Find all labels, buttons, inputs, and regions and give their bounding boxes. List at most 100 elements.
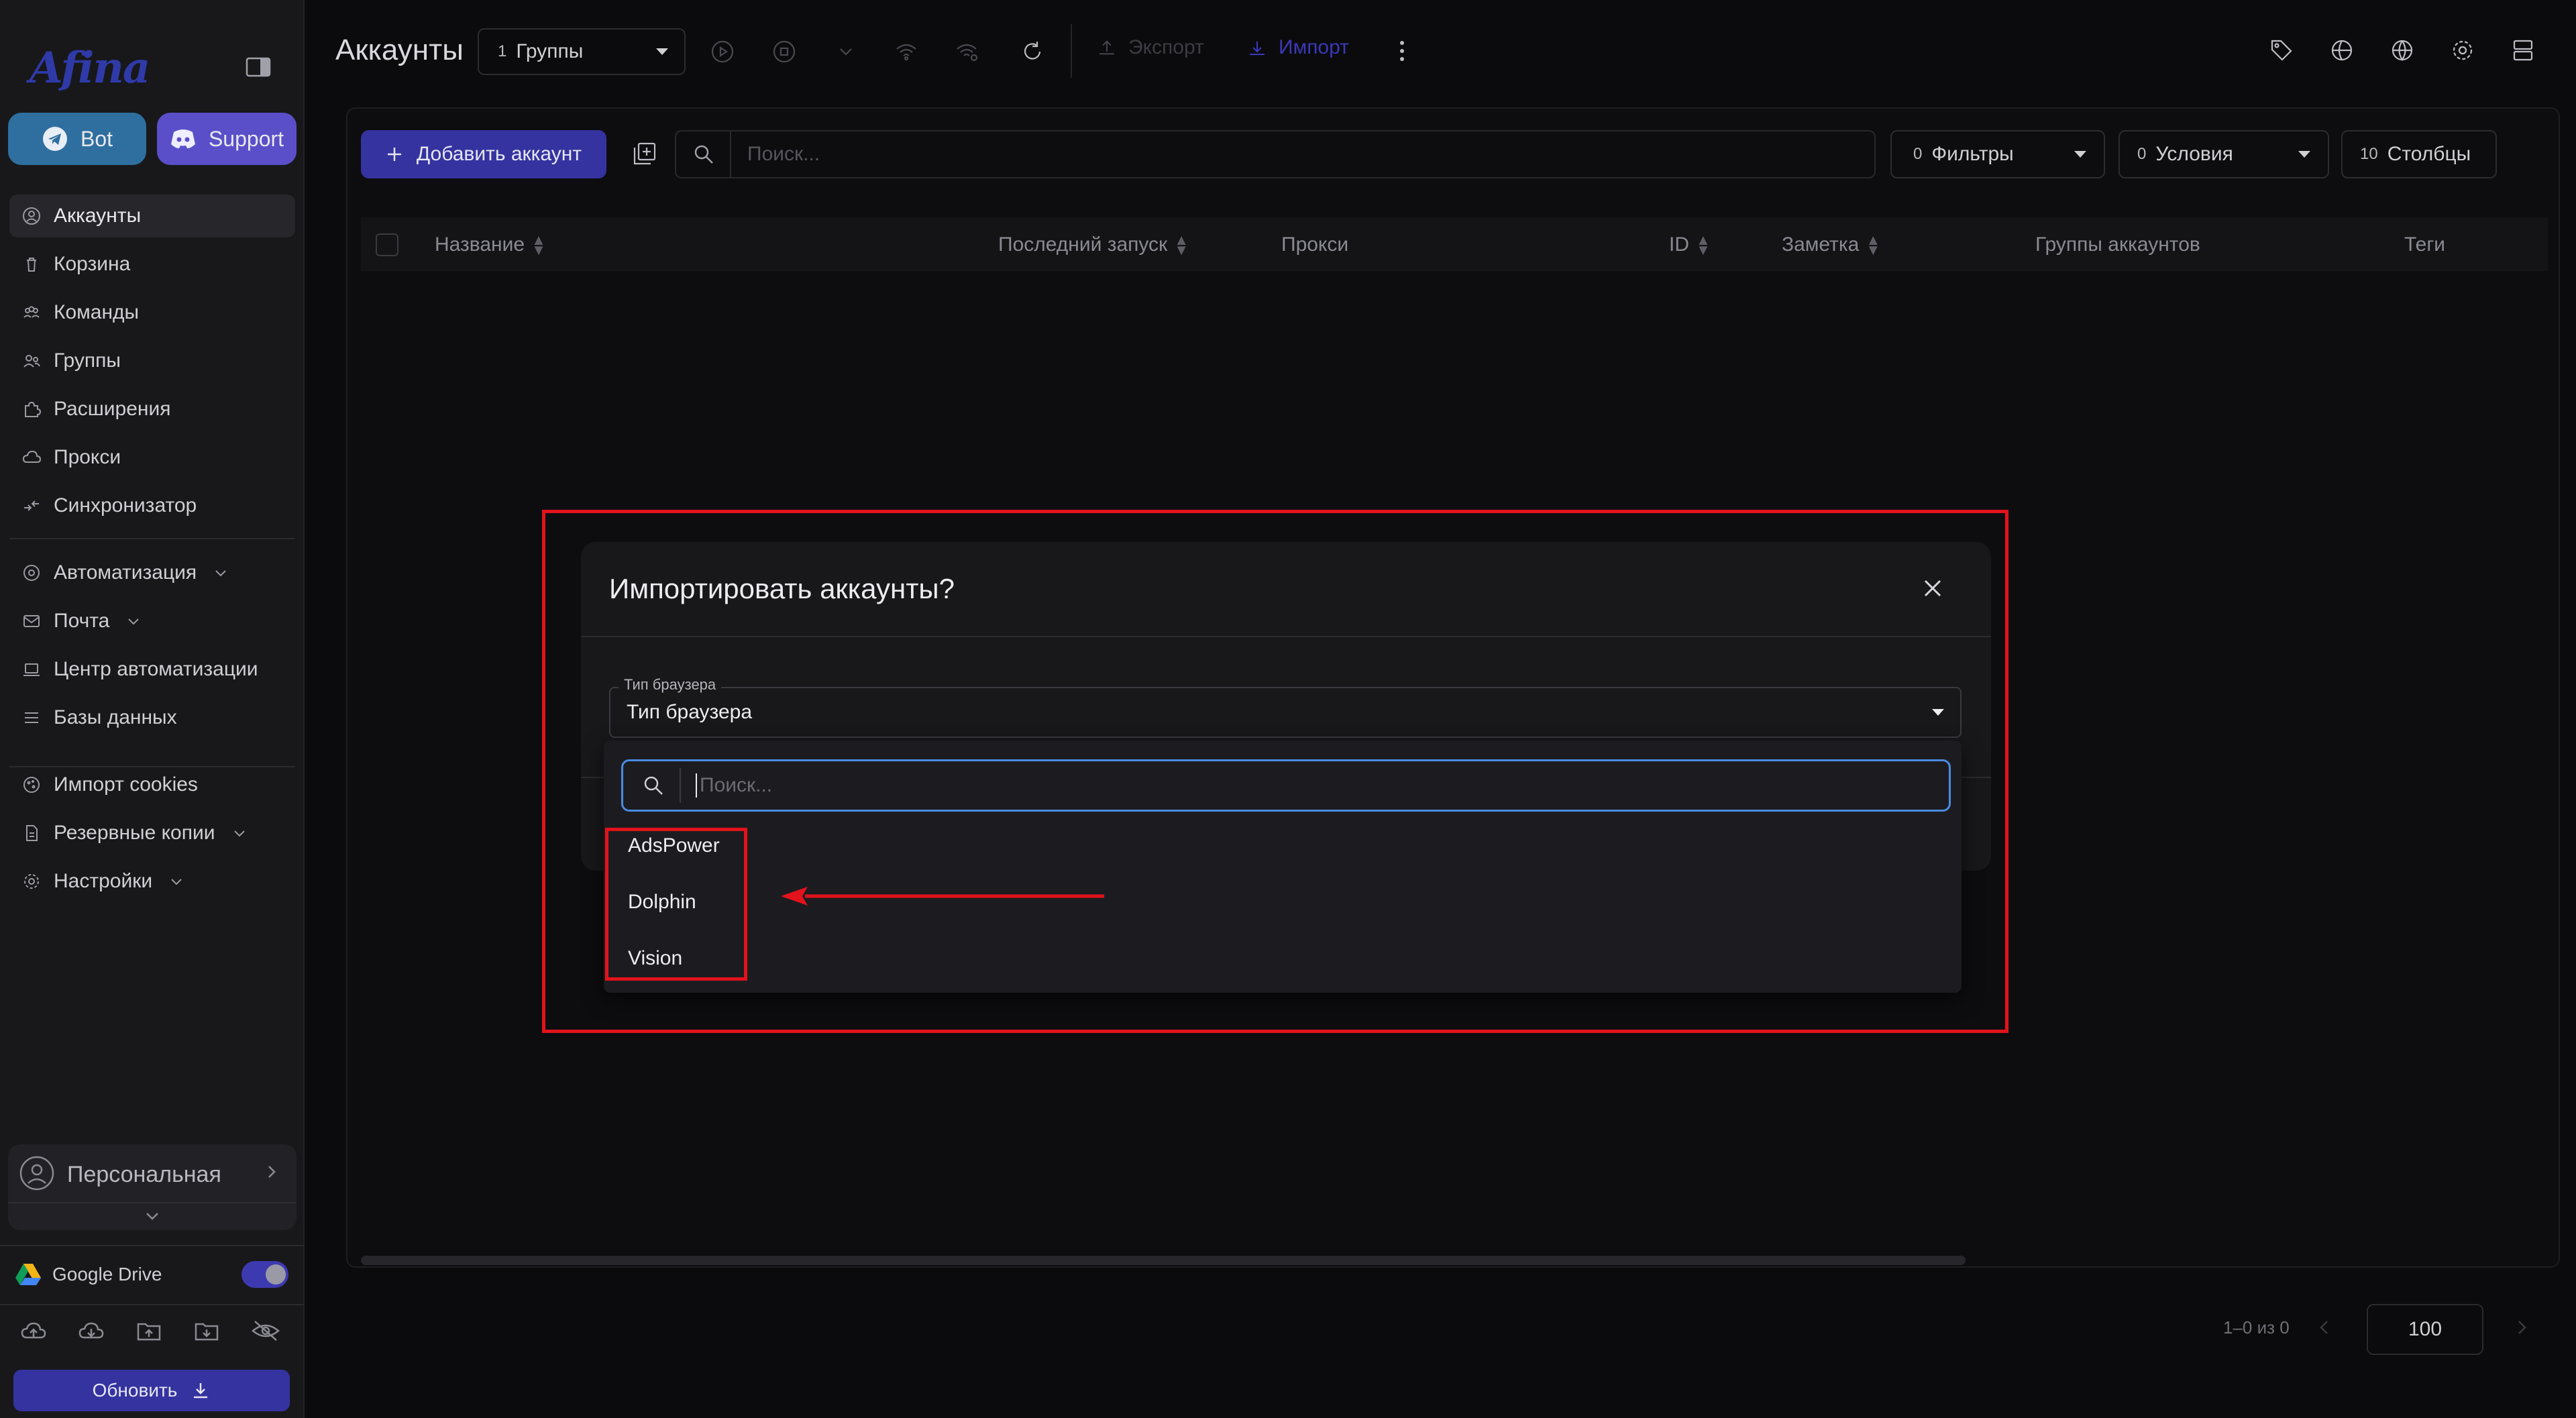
column-header-name[interactable]: Название ▲ ▼ [435, 232, 546, 257]
sync-actions [20, 1319, 280, 1343]
folder-download-icon[interactable] [193, 1319, 220, 1343]
conditions-label: Условия [2155, 143, 2233, 165]
toolbar-divider [1071, 24, 1072, 78]
export-label: Экспорт [1128, 36, 1204, 58]
conditions-count: 0 [2137, 145, 2147, 163]
team-icon [23, 306, 40, 318]
import-button[interactable]: Импорт [1246, 36, 1349, 59]
toggle-sidebar-icon[interactable] [246, 56, 271, 78]
cloud-download-icon[interactable] [78, 1319, 105, 1343]
sidebar-item-groups[interactable]: Группы [9, 339, 295, 382]
sidebar-item-synchronizer[interactable]: Синхронизатор [9, 484, 295, 527]
more-vertical-icon[interactable] [1398, 39, 1406, 63]
table-header: Название ▲ ▼ Последний запуск ▲ ▼ Прокси ID ▲… [361, 217, 2548, 271]
columns-count: 10 [2360, 145, 2378, 163]
search-input[interactable]: Поиск... [747, 143, 820, 166]
annotation-arrow-icon [778, 883, 1107, 910]
tag-icon[interactable] [2269, 38, 2294, 63]
bulk-add-icon[interactable] [632, 141, 657, 166]
wifi-settings-icon[interactable] [954, 39, 979, 64]
caret-down-icon [2297, 150, 2312, 159]
stop-icon[interactable] [771, 39, 797, 64]
column-header-id[interactable]: ID ▲ ▼ [1669, 231, 1711, 258]
add-account-button[interactable]: Добавить аккаунт [361, 130, 606, 178]
google-drive-toggle[interactable] [241, 1261, 288, 1288]
bot-label: Bot [80, 126, 113, 151]
download-icon [191, 1380, 211, 1401]
sidebar-item-label: Команды [54, 301, 140, 323]
chevron-down-icon[interactable] [144, 1209, 161, 1223]
page-title: Аккаунты [335, 34, 464, 66]
globe-sync-icon[interactable] [2329, 38, 2355, 63]
discord-icon [170, 128, 197, 150]
sidebar-divider [0, 1304, 305, 1305]
eye-off-icon[interactable] [251, 1319, 280, 1343]
column-header-proxy[interactable]: Прокси [1281, 233, 1348, 256]
sidebar-item-trash[interactable]: Корзина [9, 243, 295, 286]
chevron-left-icon[interactable] [2317, 1319, 2332, 1336]
sidebar-item-import-cookies[interactable]: Импорт cookies [9, 763, 295, 806]
groups-select[interactable]: 1 Группы [478, 28, 686, 75]
filters-label: Фильтры [1931, 143, 2014, 165]
sort-icon: ▲ ▼ [1174, 231, 1189, 258]
import-label: Импорт [1279, 36, 1349, 58]
folder-upload-icon[interactable] [136, 1319, 162, 1343]
support-button[interactable]: Support [157, 113, 297, 165]
sidebar-item-proxy[interactable]: Прокси [9, 436, 295, 479]
wifi-icon[interactable] [894, 39, 919, 64]
add-account-label: Добавить аккаунт [416, 143, 582, 165]
export-button[interactable]: Экспорт [1096, 36, 1204, 59]
sidebar: Afina Bot Support Аккаунты Корзина Коман… [0, 0, 305, 1418]
per-page-select[interactable]: 100 [2367, 1304, 2483, 1355]
settings-gear-icon[interactable] [2450, 38, 2475, 63]
automation-icon [23, 565, 40, 581]
sidebar-item-automation[interactable]: Автоматизация [9, 551, 295, 594]
column-header-note[interactable]: Заметка ▲ ▼ [1782, 231, 1881, 258]
bot-button[interactable]: Bot [8, 113, 146, 165]
chevron-right-icon [263, 1163, 280, 1181]
filters-select[interactable]: 0 Фильтры [1890, 130, 2105, 178]
annotation-outline [542, 510, 2008, 1033]
sort-icon: ▲ ▼ [1696, 231, 1711, 258]
conditions-select[interactable]: 0 Условия [2118, 130, 2329, 178]
toggle-knob [266, 1264, 286, 1285]
chevron-down-icon[interactable] [833, 39, 859, 64]
columns-select[interactable]: 10 Столбцы [2341, 130, 2497, 178]
sidebar-item-extensions[interactable]: Расширения [9, 388, 295, 431]
sidebar-item-accounts[interactable]: Аккаунты [9, 195, 295, 237]
sync-icon [24, 500, 39, 511]
download-icon [1246, 37, 1268, 58]
sidebar-item-automation-center[interactable]: Центр автоматизации [9, 648, 295, 691]
sort-icon: ▲ ▼ [1866, 231, 1881, 258]
sidebar-item-label: Прокси [54, 446, 121, 468]
support-label: Support [208, 126, 284, 151]
select-all-checkbox[interactable] [376, 233, 398, 256]
sidebar-item-databases[interactable]: Базы данных [9, 696, 295, 739]
refresh-icon[interactable] [1020, 39, 1045, 64]
sidebar-item-backups[interactable]: Резервные копии [9, 812, 295, 855]
accounts-search[interactable]: Поиск... [675, 130, 1876, 178]
sidebar-item-label: Синхронизатор [54, 494, 197, 516]
column-header-last-run[interactable]: Последний запуск ▲ ▼ [998, 231, 1189, 258]
sidebar-item-label: Аккаунты [54, 205, 142, 227]
telegram-icon [42, 125, 68, 152]
sidebar-item-settings[interactable]: Настройки [9, 860, 295, 903]
sidebar-item-mail[interactable]: Почта [9, 600, 295, 643]
user-circle-icon [19, 1155, 55, 1191]
app-logo: Afina [30, 43, 150, 93]
play-icon[interactable] [710, 39, 735, 64]
upload-icon [1096, 37, 1118, 58]
cloud-upload-icon[interactable] [20, 1319, 47, 1343]
chevron-right-icon[interactable] [2514, 1319, 2529, 1336]
horizontal-scrollbar[interactable] [361, 1256, 1966, 1265]
column-header-account-groups[interactable]: Группы аккаунтов [2035, 233, 2200, 256]
column-header-tags[interactable]: Теги [2404, 233, 2445, 256]
update-button[interactable]: Обновить [13, 1370, 290, 1411]
mail-icon [23, 615, 40, 627]
globe-icon[interactable] [2390, 38, 2415, 63]
layout-icon[interactable] [2510, 38, 2536, 63]
sidebar-item-teams[interactable]: Команды [9, 291, 295, 334]
workspace-selector[interactable]: Персональная [8, 1144, 297, 1230]
filters-count: 0 [1913, 145, 1923, 163]
google-drive-icon [15, 1262, 42, 1287]
